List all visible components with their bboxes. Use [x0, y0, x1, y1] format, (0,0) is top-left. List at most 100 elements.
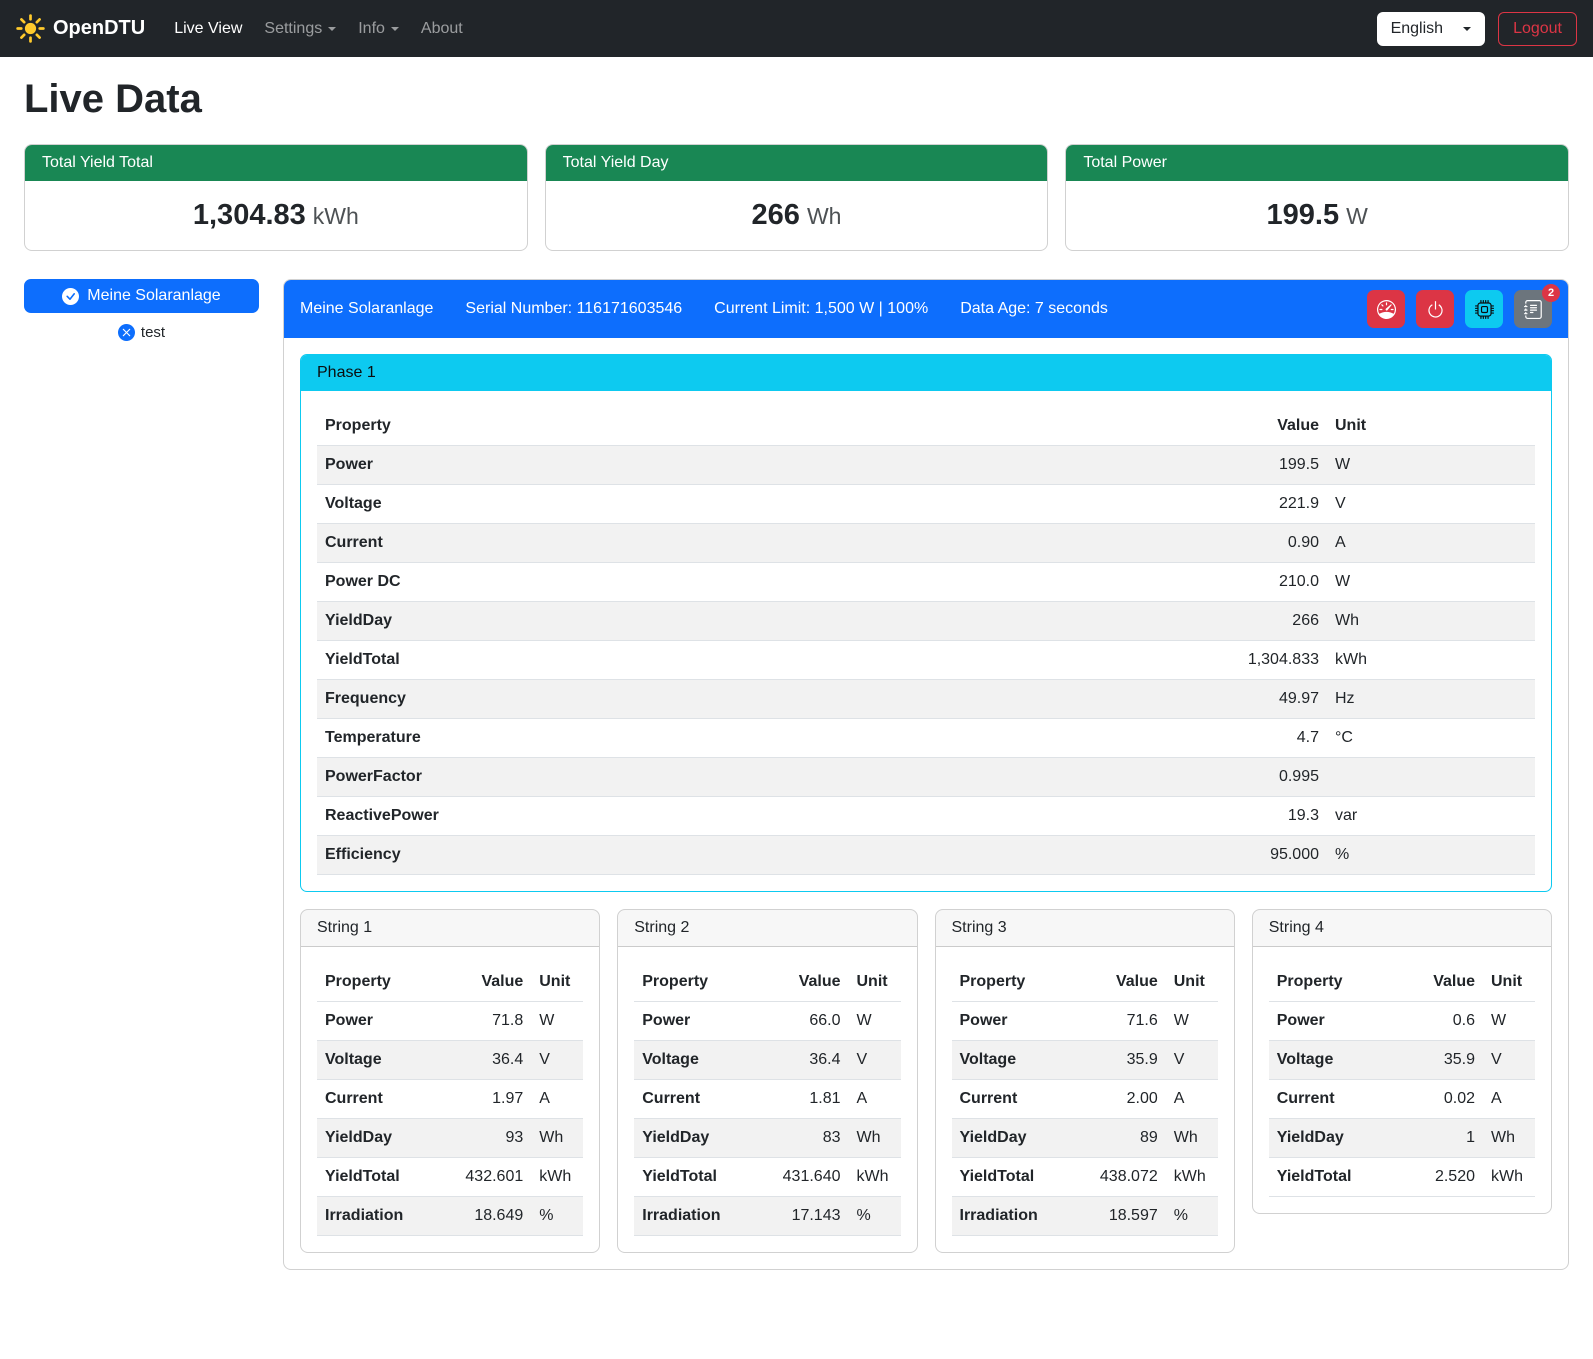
string-card: String 4 Property Value Unit Power0.6WVo… [1252, 909, 1552, 1214]
unit-cell: Hz [1327, 680, 1535, 719]
logout-button[interactable]: Logout [1498, 12, 1577, 46]
brand-link[interactable]: OpenDTU [16, 14, 145, 43]
value-cell: 83 [763, 1119, 849, 1158]
property-cell: Voltage [317, 1041, 445, 1080]
table-row: Efficiency95.000% [317, 836, 1535, 875]
property-cell: YieldTotal [317, 641, 1177, 680]
inverter-select-button-selected[interactable]: Meine Solaranlage [24, 279, 259, 313]
device-info-button[interactable] [1465, 290, 1503, 328]
table-header-row: Property Value Unit [1269, 963, 1535, 1002]
value-cell: 1,304.833 [1177, 641, 1327, 680]
value-cell: 266 [1177, 602, 1327, 641]
table-header-row: Property Value Unit [952, 963, 1218, 1002]
inverter-data-age: Data Age: 7 seconds [960, 300, 1108, 318]
property-cell: Irradiation [952, 1197, 1080, 1236]
column-header-unit: Unit [849, 963, 901, 1002]
nav-item-label: Settings [264, 20, 322, 38]
property-cell: Current [634, 1080, 762, 1119]
table-row: YieldDay93Wh [317, 1119, 583, 1158]
value-cell: 35.9 [1397, 1041, 1483, 1080]
limit-settings-button[interactable] [1367, 290, 1405, 328]
page-title: Live Data [24, 77, 1569, 122]
value-cell: 89 [1080, 1119, 1166, 1158]
value-cell: 199.5 [1177, 446, 1327, 485]
chevron-down-icon [1463, 27, 1471, 31]
string-card-body: Property Value Unit Power66.0WVoltage36.… [618, 947, 916, 1252]
table-row: Power DC210.0W [317, 563, 1535, 602]
language-select[interactable]: English [1377, 12, 1485, 46]
nav-item-settings[interactable]: Settings [253, 12, 347, 46]
cpu-icon [1475, 300, 1494, 319]
navbar-right: English Logout [1377, 12, 1577, 46]
unit-cell: W [1166, 1002, 1218, 1041]
table-row: Irradiation17.143% [634, 1197, 900, 1236]
event-log-button[interactable]: 2 [1514, 290, 1552, 328]
value-cell: 2.520 [1397, 1158, 1483, 1197]
power-settings-button[interactable] [1416, 290, 1454, 328]
property-cell: YieldDay [634, 1119, 762, 1158]
value-cell: 1.81 [763, 1080, 849, 1119]
table-row: Power71.6W [952, 1002, 1218, 1041]
value-cell: 0.995 [1177, 758, 1327, 797]
unit-cell: A [1483, 1080, 1535, 1119]
table-row: Power199.5W [317, 446, 1535, 485]
property-cell: YieldTotal [317, 1158, 445, 1197]
property-cell: YieldTotal [1269, 1158, 1397, 1197]
unit-cell: W [1327, 446, 1535, 485]
table-row: YieldTotal432.601kWh [317, 1158, 583, 1197]
nav-item-label: About [421, 20, 463, 38]
table-row: Current2.00A [952, 1080, 1218, 1119]
column-header-unit: Unit [1327, 407, 1535, 446]
property-cell: YieldDay [317, 602, 1177, 641]
column-header-unit: Unit [531, 963, 583, 1002]
page-content: Live Data Total Yield Total 1,304.83kWh … [0, 57, 1593, 1300]
table-row: Voltage36.4V [317, 1041, 583, 1080]
value-cell: 431.640 [763, 1158, 849, 1197]
property-cell: Power [634, 1002, 762, 1041]
property-cell: Current [1269, 1080, 1397, 1119]
column-header-value: Value [763, 963, 849, 1002]
table-row: ReactivePower19.3var [317, 797, 1535, 836]
property-cell: Current [952, 1080, 1080, 1119]
sun-icon [16, 14, 45, 43]
unit-cell: Wh [531, 1119, 583, 1158]
phase-card: Phase 1 Property Value Unit Power199.5WV… [300, 354, 1552, 892]
nav-item-live-view[interactable]: Live View [163, 12, 253, 46]
value-cell: 210.0 [1177, 563, 1327, 602]
table-row: YieldTotal2.520kWh [1269, 1158, 1535, 1197]
string-table: Property Value Unit Power71.8WVoltage36.… [317, 963, 583, 1236]
string-card-body: Property Value Unit Power0.6WVoltage35.9… [1253, 947, 1551, 1213]
brand-name: OpenDTU [53, 17, 145, 40]
value-cell: 93 [445, 1119, 531, 1158]
unit-cell: A [1166, 1080, 1218, 1119]
unit-cell: kWh [1166, 1158, 1218, 1197]
inverter-name: Meine Solaranlage [300, 300, 433, 318]
value-cell: 49.97 [1177, 680, 1327, 719]
value-cell: 95.000 [1177, 836, 1327, 875]
table-row: YieldTotal1,304.833kWh [317, 641, 1535, 680]
summary-card-body: 199.5W [1066, 181, 1568, 250]
property-cell: Efficiency [317, 836, 1177, 875]
property-cell: Voltage [317, 485, 1177, 524]
property-cell: PowerFactor [317, 758, 1177, 797]
nav-item-info[interactable]: Info [347, 12, 410, 46]
string-card-title: String 1 [301, 910, 599, 947]
value-cell: 71.8 [445, 1002, 531, 1041]
summary-cards: Total Yield Total 1,304.83kWh Total Yiel… [24, 144, 1569, 251]
inverter-select-label: test [141, 324, 165, 341]
inverter-select-button-test[interactable]: test [118, 324, 165, 341]
event-count-badge: 2 [1542, 284, 1560, 302]
unit-cell: % [1166, 1197, 1218, 1236]
column-header-property: Property [317, 407, 1177, 446]
summary-card-title: Total Yield Day [546, 145, 1048, 181]
unit-cell: Wh [1483, 1119, 1535, 1158]
unit-cell: % [849, 1197, 901, 1236]
table-row: YieldDay266Wh [317, 602, 1535, 641]
table-row: Power0.6W [1269, 1002, 1535, 1041]
unit-cell [1327, 758, 1535, 797]
summary-card-total-yield-total: Total Yield Total 1,304.83kWh [24, 144, 528, 251]
summary-value: 199.5 [1267, 199, 1340, 231]
column-header-unit: Unit [1483, 963, 1535, 1002]
nav-item-about[interactable]: About [410, 12, 474, 46]
unit-cell: °C [1327, 719, 1535, 758]
